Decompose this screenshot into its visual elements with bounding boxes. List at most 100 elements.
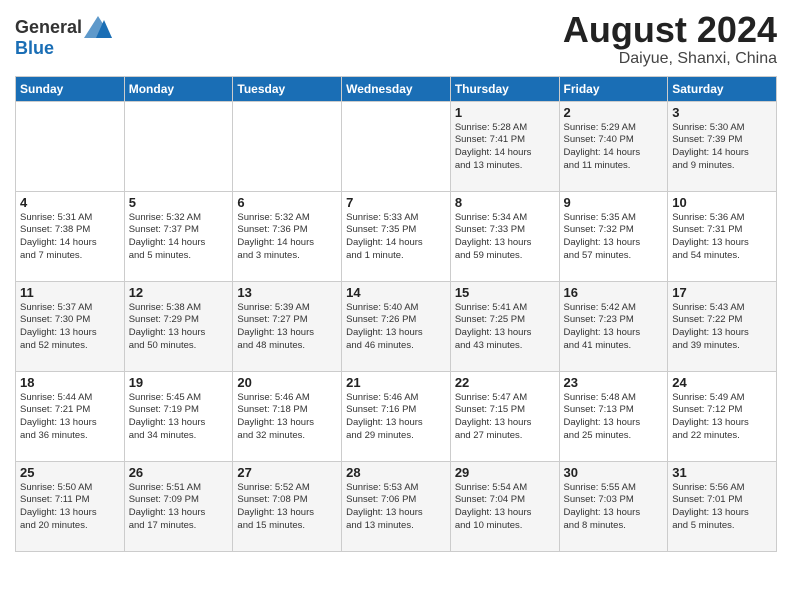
weekday-header-sunday: Sunday [16,76,125,101]
day-info: Sunrise: 5:36 AM Sunset: 7:31 PM Dayligh… [672,212,772,263]
day-info: Sunrise: 5:34 AM Sunset: 7:33 PM Dayligh… [455,212,555,263]
month-year: August 2024 [563,10,777,50]
day-info: Sunrise: 5:54 AM Sunset: 7:04 PM Dayligh… [455,482,555,533]
day-info: Sunrise: 5:29 AM Sunset: 7:40 PM Dayligh… [564,122,664,173]
header: General Blue August 2024 Daiyue, Shanxi,… [15,10,777,68]
day-number: 24 [672,375,772,390]
location: Daiyue, Shanxi, China [563,50,777,68]
day-info: Sunrise: 5:46 AM Sunset: 7:16 PM Dayligh… [346,392,446,443]
calendar-cell: 18 Sunrise: 5:44 AM Sunset: 7:21 PM Dayli… [16,371,125,461]
day-number: 31 [672,465,772,480]
calendar-cell [124,101,233,191]
day-number: 30 [564,465,664,480]
day-number: 1 [455,105,555,120]
day-info: Sunrise: 5:32 AM Sunset: 7:36 PM Dayligh… [237,212,337,263]
calendar-cell: 15Sunrise: 5:41 AM Sunset: 7:25 PM Dayli… [450,281,559,371]
day-info: Sunrise: 5:55 AM Sunset: 7:03 PM Dayligh… [564,482,664,533]
day-number: 6 [237,195,337,210]
calendar-cell [233,101,342,191]
day-info: Sunrise: 5:38 AM Sunset: 7:29 PM Dayligh… [129,302,229,353]
day-info: Sunrise: 5:33 AM Sunset: 7:35 PM Dayligh… [346,212,446,263]
calendar-cell: 14 Sunrise: 5:40 AM Sunset: 7:26 PM Dayli… [342,281,451,371]
calendar-cell: 23Sunrise: 5:48 AM Sunset: 7:13 PM Dayli… [559,371,668,461]
day-info: Sunrise: 5:51 AM Sunset: 7:09 PM Dayligh… [129,482,229,533]
day-info: Sunrise: 5:44 AM Sunset: 7:21 PM Dayligh… [20,392,120,443]
weekday-header-saturday: Saturday [668,76,777,101]
calendar-cell: 30 Sunrise: 5:55 AM Sunset: 7:03 PM Dayli… [559,461,668,551]
day-number: 2 [564,105,664,120]
calendar-cell: 28Sunrise: 5:53 AM Sunset: 7:06 PM Dayli… [342,461,451,551]
day-info: Sunrise: 5:47 AM Sunset: 7:15 PM Dayligh… [455,392,555,443]
calendar-cell: 31 Sunrise: 5:56 AM Sunset: 7:01 PM Dayli… [668,461,777,551]
day-number: 12 [129,285,229,300]
logo-general: General [15,17,82,38]
day-info: Sunrise: 5:31 AM Sunset: 7:38 PM Dayligh… [20,212,120,263]
calendar-cell [342,101,451,191]
calendar-cell: 20 Sunrise: 5:46 AM Sunset: 7:18 PM Dayli… [233,371,342,461]
calendar-cell: 7Sunrise: 5:33 AM Sunset: 7:35 PM Daylig… [342,191,451,281]
day-info: Sunrise: 5:28 AM Sunset: 7:41 PM Dayligh… [455,122,555,173]
day-info: Sunrise: 5:37 AM Sunset: 7:30 PM Dayligh… [20,302,120,353]
day-info: Sunrise: 5:32 AM Sunset: 7:37 PM Dayligh… [129,212,229,263]
calendar-cell: 1 Sunrise: 5:28 AM Sunset: 7:41 PM Daylig… [450,101,559,191]
day-number: 20 [237,375,337,390]
weekday-header-friday: Friday [559,76,668,101]
day-number: 5 [129,195,229,210]
calendar-cell: 21 Sunrise: 5:46 AM Sunset: 7:16 PM Dayli… [342,371,451,461]
calendar-cell: 25 Sunrise: 5:50 AM Sunset: 7:11 PM Dayli… [16,461,125,551]
weekday-header-thursday: Thursday [450,76,559,101]
day-number: 13 [237,285,337,300]
day-info: Sunrise: 5:30 AM Sunset: 7:39 PM Dayligh… [672,122,772,173]
logo-icon [84,16,112,38]
day-info: Sunrise: 5:35 AM Sunset: 7:32 PM Dayligh… [564,212,664,263]
weekday-header-monday: Monday [124,76,233,101]
day-number: 21 [346,375,446,390]
calendar-cell: 16 Sunrise: 5:42 AM Sunset: 7:23 PM Dayli… [559,281,668,371]
day-number: 23 [564,375,664,390]
calendar-cell: 5 Sunrise: 5:32 AM Sunset: 7:37 PM Daylig… [124,191,233,281]
calendar-cell: 9 Sunrise: 5:35 AM Sunset: 7:32 PM Daylig… [559,191,668,281]
day-number: 22 [455,375,555,390]
day-number: 4 [20,195,120,210]
day-info: Sunrise: 5:53 AM Sunset: 7:06 PM Dayligh… [346,482,446,533]
calendar-cell: 19 Sunrise: 5:45 AM Sunset: 7:19 PM Dayli… [124,371,233,461]
day-info: Sunrise: 5:50 AM Sunset: 7:11 PM Dayligh… [20,482,120,533]
day-number: 25 [20,465,120,480]
calendar-cell [16,101,125,191]
calendar-cell: 3 Sunrise: 5:30 AM Sunset: 7:39 PM Daylig… [668,101,777,191]
weekday-header-wednesday: Wednesday [342,76,451,101]
day-number: 17 [672,285,772,300]
day-number: 8 [455,195,555,210]
calendar-cell: 27 Sunrise: 5:52 AM Sunset: 7:08 PM Dayli… [233,461,342,551]
calendar-cell: 17Sunrise: 5:43 AM Sunset: 7:22 PM Dayli… [668,281,777,371]
day-number: 3 [672,105,772,120]
day-info: Sunrise: 5:42 AM Sunset: 7:23 PM Dayligh… [564,302,664,353]
day-info: Sunrise: 5:45 AM Sunset: 7:19 PM Dayligh… [129,392,229,443]
day-info: Sunrise: 5:56 AM Sunset: 7:01 PM Dayligh… [672,482,772,533]
day-number: 19 [129,375,229,390]
day-number: 11 [20,285,120,300]
day-number: 16 [564,285,664,300]
day-info: Sunrise: 5:46 AM Sunset: 7:18 PM Dayligh… [237,392,337,443]
day-number: 29 [455,465,555,480]
calendar-cell: 4 Sunrise: 5:31 AM Sunset: 7:38 PM Daylig… [16,191,125,281]
calendar-cell: 13 Sunrise: 5:39 AM Sunset: 7:27 PM Dayli… [233,281,342,371]
day-number: 27 [237,465,337,480]
calendar-cell: 29 Sunrise: 5:54 AM Sunset: 7:04 PM Dayli… [450,461,559,551]
calendar-cell: 22 Sunrise: 5:47 AM Sunset: 7:15 PM Dayli… [450,371,559,461]
day-number: 10 [672,195,772,210]
day-info: Sunrise: 5:40 AM Sunset: 7:26 PM Dayligh… [346,302,446,353]
calendar-cell: 11 Sunrise: 5:37 AM Sunset: 7:30 PM Dayli… [16,281,125,371]
calendar-cell: 12 Sunrise: 5:38 AM Sunset: 7:29 PM Dayli… [124,281,233,371]
day-number: 26 [129,465,229,480]
day-info: Sunrise: 5:52 AM Sunset: 7:08 PM Dayligh… [237,482,337,533]
calendar-cell: 6 Sunrise: 5:32 AM Sunset: 7:36 PM Daylig… [233,191,342,281]
day-number: 9 [564,195,664,210]
calendar-table: SundayMondayTuesdayWednesdayThursdayFrid… [15,76,777,552]
day-number: 14 [346,285,446,300]
title-area: August 2024 Daiyue, Shanxi, China [563,10,777,68]
day-info: Sunrise: 5:39 AM Sunset: 7:27 PM Dayligh… [237,302,337,353]
day-number: 18 [20,375,120,390]
logo-blue: Blue [15,38,54,58]
calendar-cell: 10 Sunrise: 5:36 AM Sunset: 7:31 PM Dayli… [668,191,777,281]
